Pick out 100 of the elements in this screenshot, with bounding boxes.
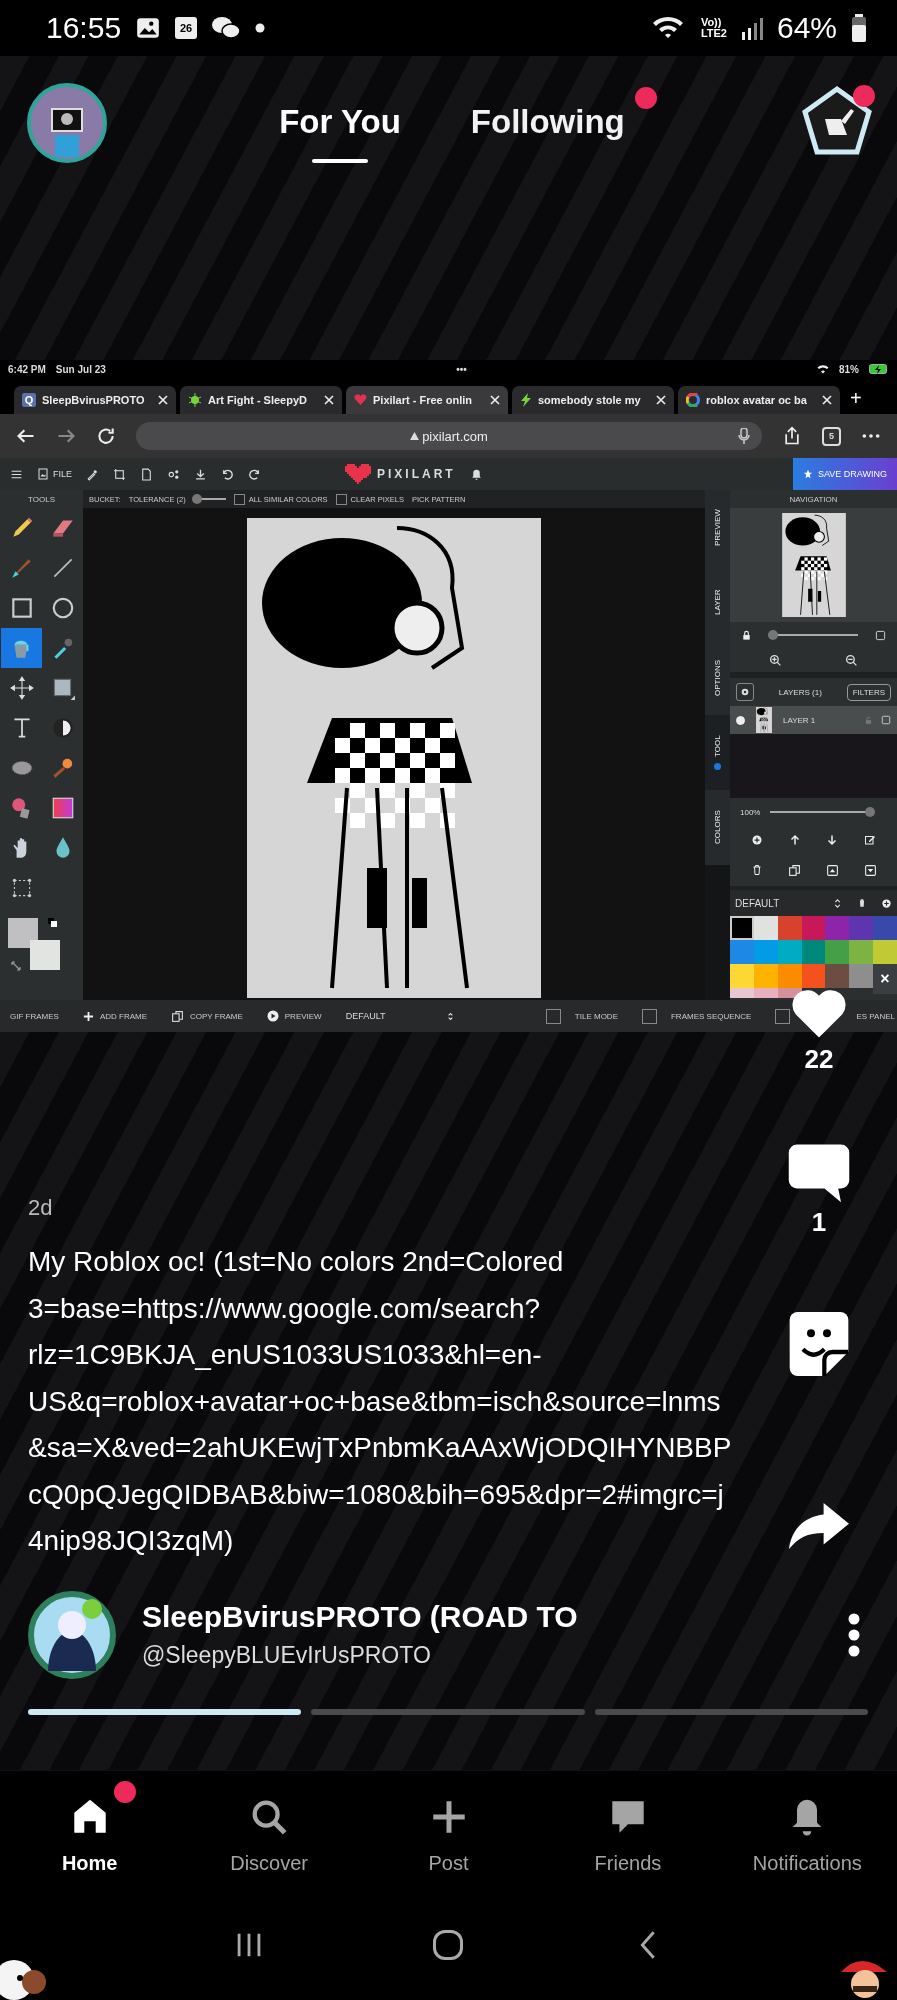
color-swatch[interactable] bbox=[849, 916, 874, 940]
color-swatch[interactable] bbox=[730, 916, 754, 940]
add-circle-icon[interactable] bbox=[750, 834, 763, 846]
layer-name: LAYER 1 bbox=[783, 715, 816, 725]
checkbox[interactable] bbox=[335, 493, 347, 505]
square-icon[interactable] bbox=[881, 715, 891, 725]
edit-icon[interactable] bbox=[864, 834, 877, 846]
side-tab[interactable]: LAYER bbox=[705, 565, 730, 640]
redo-icon[interactable] bbox=[248, 467, 261, 481]
close-palette-button[interactable]: × bbox=[873, 964, 897, 994]
device-date: Sun Jul 23 bbox=[55, 363, 106, 375]
close-icon[interactable] bbox=[656, 395, 666, 405]
checkbox[interactable] bbox=[642, 1008, 657, 1024]
feed-tab[interactable]: Following bbox=[470, 103, 625, 163]
side-tab[interactable]: PREVIEW bbox=[705, 490, 730, 565]
down-arrow-icon[interactable] bbox=[826, 834, 839, 846]
side-tab[interactable]: OPTIONS bbox=[705, 640, 730, 715]
color-swatch[interactable] bbox=[753, 964, 778, 988]
copy-icon[interactable] bbox=[787, 863, 801, 877]
eyedropper-icon[interactable] bbox=[86, 467, 99, 481]
save-drawing-button[interactable]: SAVE DRAWING bbox=[793, 458, 897, 490]
add-circle-icon[interactable] bbox=[881, 897, 892, 909]
color-swatch[interactable] bbox=[777, 940, 802, 964]
author-avatar-icon[interactable] bbox=[28, 1590, 116, 1679]
share-icon[interactable] bbox=[782, 426, 802, 446]
up-arrow-icon[interactable] bbox=[788, 834, 801, 846]
filters-button[interactable]: FILTERS bbox=[846, 683, 891, 701]
color-swatch[interactable] bbox=[777, 916, 802, 940]
color-swatch[interactable] bbox=[801, 916, 826, 940]
undo-icon[interactable] bbox=[221, 467, 234, 481]
close-icon[interactable] bbox=[324, 395, 334, 405]
browser-tab[interactable]: Q SleepBvirusPROTO bbox=[14, 386, 176, 414]
nodes-icon[interactable] bbox=[167, 467, 180, 481]
zoom-out-icon[interactable] bbox=[844, 653, 858, 667]
checkbox[interactable] bbox=[545, 1008, 561, 1024]
resize-icon[interactable] bbox=[113, 467, 126, 481]
calendar-date: 26 bbox=[175, 17, 198, 39]
color-swatch[interactable] bbox=[825, 916, 850, 940]
square-icon[interactable] bbox=[874, 629, 886, 641]
trash-icon[interactable] bbox=[857, 898, 867, 908]
browser-tab[interactable]: somebody stole my bbox=[512, 386, 674, 414]
color-swatch[interactable] bbox=[730, 940, 754, 964]
frame-mode-select[interactable]: DEFAULT bbox=[345, 1011, 455, 1021]
side-tab[interactable]: TOOL bbox=[705, 715, 730, 790]
slider-thumb[interactable] bbox=[865, 807, 876, 817]
zoom-in-icon[interactable] bbox=[769, 653, 783, 667]
close-icon[interactable] bbox=[158, 395, 168, 405]
color-swatch[interactable] bbox=[849, 964, 874, 988]
move-top-icon[interactable] bbox=[825, 863, 839, 877]
share-arrow-icon[interactable] bbox=[789, 1502, 849, 1550]
feed-tab[interactable]: For You bbox=[279, 103, 401, 163]
nav-tab[interactable]: Home bbox=[0, 1771, 180, 1890]
layer-row[interactable]: LAYER 1 bbox=[730, 706, 897, 734]
new-tab-button[interactable]: + bbox=[850, 387, 862, 414]
color-swatch[interactable] bbox=[873, 916, 897, 940]
more-vertical-icon[interactable] bbox=[847, 1612, 861, 1657]
preview-button[interactable]: PREVIEW bbox=[266, 1010, 322, 1022]
dot-icon bbox=[255, 23, 266, 33]
slide-indicator[interactable] bbox=[28, 1708, 302, 1715]
tab-count[interactable]: 5 bbox=[822, 426, 841, 446]
nav-tab[interactable]: Discover bbox=[179, 1771, 359, 1890]
color-swatch[interactable] bbox=[753, 940, 778, 964]
close-icon[interactable] bbox=[490, 395, 500, 405]
color-swatch[interactable] bbox=[801, 940, 826, 964]
network-label: LTE2 bbox=[700, 28, 727, 39]
sort-arrows-icon[interactable] bbox=[832, 897, 843, 909]
color-swatch[interactable] bbox=[753, 916, 778, 940]
file-menu[interactable]: FILE bbox=[37, 468, 72, 480]
settings-button[interactable] bbox=[736, 683, 754, 701]
browser-tab[interactable]: roblox avatar oc ba bbox=[678, 386, 840, 414]
color-swatch[interactable] bbox=[825, 964, 850, 988]
slider-thumb[interactable] bbox=[191, 494, 202, 504]
nav-tab[interactable]: Notifications bbox=[717, 1771, 897, 1890]
reload-icon[interactable] bbox=[96, 426, 116, 446]
download-icon[interactable] bbox=[194, 467, 207, 481]
color-swatch[interactable] bbox=[825, 940, 850, 964]
nav-tab[interactable]: Post bbox=[358, 1771, 539, 1890]
address-bar[interactable]: pixilart.com bbox=[136, 422, 762, 450]
side-tab[interactable]: COLORS bbox=[705, 790, 730, 865]
color-swatch[interactable] bbox=[730, 964, 754, 988]
bell-icon[interactable] bbox=[469, 467, 483, 481]
color-swatch[interactable] bbox=[777, 964, 802, 988]
nav-tab[interactable]: Friends bbox=[538, 1771, 718, 1890]
avatar-icon[interactable] bbox=[27, 83, 107, 163]
lock-icon[interactable] bbox=[741, 629, 753, 641]
color-swatch[interactable] bbox=[873, 940, 897, 964]
copy-frame-button[interactable]: COPY FRAME bbox=[171, 1009, 243, 1023]
color-swatch[interactable] bbox=[801, 964, 826, 988]
move-bottom-icon[interactable] bbox=[863, 863, 877, 877]
checkbox[interactable] bbox=[775, 1008, 791, 1024]
page-icon[interactable] bbox=[140, 467, 153, 481]
add-frame-button[interactable]: ADD FRAME bbox=[82, 1010, 147, 1022]
color-swatch[interactable] bbox=[849, 940, 874, 964]
visibility-dot[interactable] bbox=[736, 715, 745, 725]
close-icon[interactable] bbox=[822, 395, 832, 405]
browser-tab[interactable]: Art Fight - SleepyD bbox=[180, 386, 342, 414]
browser-tab[interactable]: Pixilart - Free onlin bbox=[346, 386, 508, 414]
checkbox[interactable] bbox=[233, 493, 245, 505]
author-handle: @SleepyBLUEvIrUsPROTO bbox=[142, 1642, 432, 1669]
slider-thumb[interactable] bbox=[768, 630, 778, 640]
